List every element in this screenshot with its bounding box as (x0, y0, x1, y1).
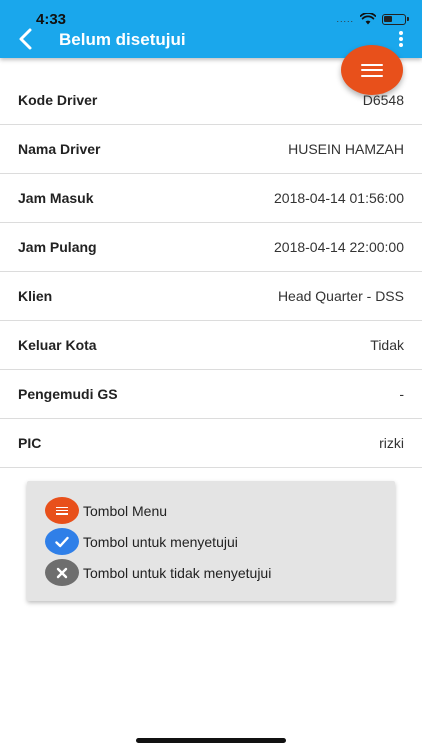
detail-value: rizki (379, 435, 404, 451)
detail-label: Nama Driver (18, 141, 101, 157)
detail-value: 2018-04-14 01:56:00 (274, 190, 404, 206)
legend-label: Tombol untuk menyetujui (83, 533, 238, 550)
hamburger-icon (361, 63, 383, 77)
detail-value: D6548 (362, 92, 404, 108)
status-time: 4:33 (36, 11, 67, 28)
detail-row-nama-driver: Nama Driver HUSEIN HAMZAH (0, 125, 422, 174)
wifi-icon (360, 13, 376, 25)
detail-row-jam-pulang: Jam Pulang 2018-04-14 22:00:00 (0, 223, 422, 272)
legend-label: Tombol untuk tidak menyetujui (83, 564, 272, 581)
detail-row-klien: Klien Head Quarter - DSS (0, 272, 422, 321)
more-vertical-icon[interactable] (398, 30, 404, 48)
page-title: Belum disetujui (59, 30, 186, 49)
detail-row-keluar-kota: Keluar Kota Tidak (0, 321, 422, 370)
check-icon (45, 528, 79, 555)
status-icons: ..... (336, 13, 409, 25)
close-icon (45, 559, 79, 586)
legend-item-reject: Tombol untuk tidak menyetujui (45, 559, 271, 586)
detail-value: HUSEIN HAMZAH (288, 141, 404, 157)
detail-label: Klien (18, 288, 53, 304)
home-indicator[interactable] (136, 738, 286, 743)
detail-row-kode-driver: Kode Driver D6548 (0, 76, 422, 125)
battery-icon (382, 13, 409, 25)
detail-label: PIC (18, 435, 42, 451)
detail-value: 2018-04-14 22:00:00 (274, 239, 404, 255)
back-arrow-icon[interactable] (14, 26, 40, 52)
detail-label: Jam Pulang (18, 239, 97, 255)
button-legend-card: Tombol Menu Tombol untuk menyetujui Tomb… (27, 481, 395, 601)
signal-icon: ..... (336, 14, 354, 24)
detail-value: Tidak (370, 337, 404, 353)
detail-value: Head Quarter - DSS (277, 288, 404, 304)
detail-label: Kode Driver (18, 92, 98, 108)
legend-item-menu: Tombol Menu (45, 497, 167, 524)
legend-label: Tombol Menu (83, 502, 168, 519)
detail-row-pic: PIC rizki (0, 419, 422, 468)
detail-row-jam-masuk: Jam Masuk 2018-04-14 01:56:00 (0, 174, 422, 223)
hamburger-icon (45, 497, 79, 524)
detail-value: - (399, 386, 404, 402)
driver-detail-list: Kode Driver D6548 Nama Driver HUSEIN HAM… (0, 76, 422, 468)
detail-label: Keluar Kota (18, 337, 97, 353)
legend-item-approve: Tombol untuk menyetujui (45, 528, 238, 555)
detail-label: Pengemudi GS (18, 386, 118, 402)
detail-row-pengemudi-gs: Pengemudi GS - (0, 370, 422, 419)
detail-label: Jam Masuk (18, 190, 94, 206)
